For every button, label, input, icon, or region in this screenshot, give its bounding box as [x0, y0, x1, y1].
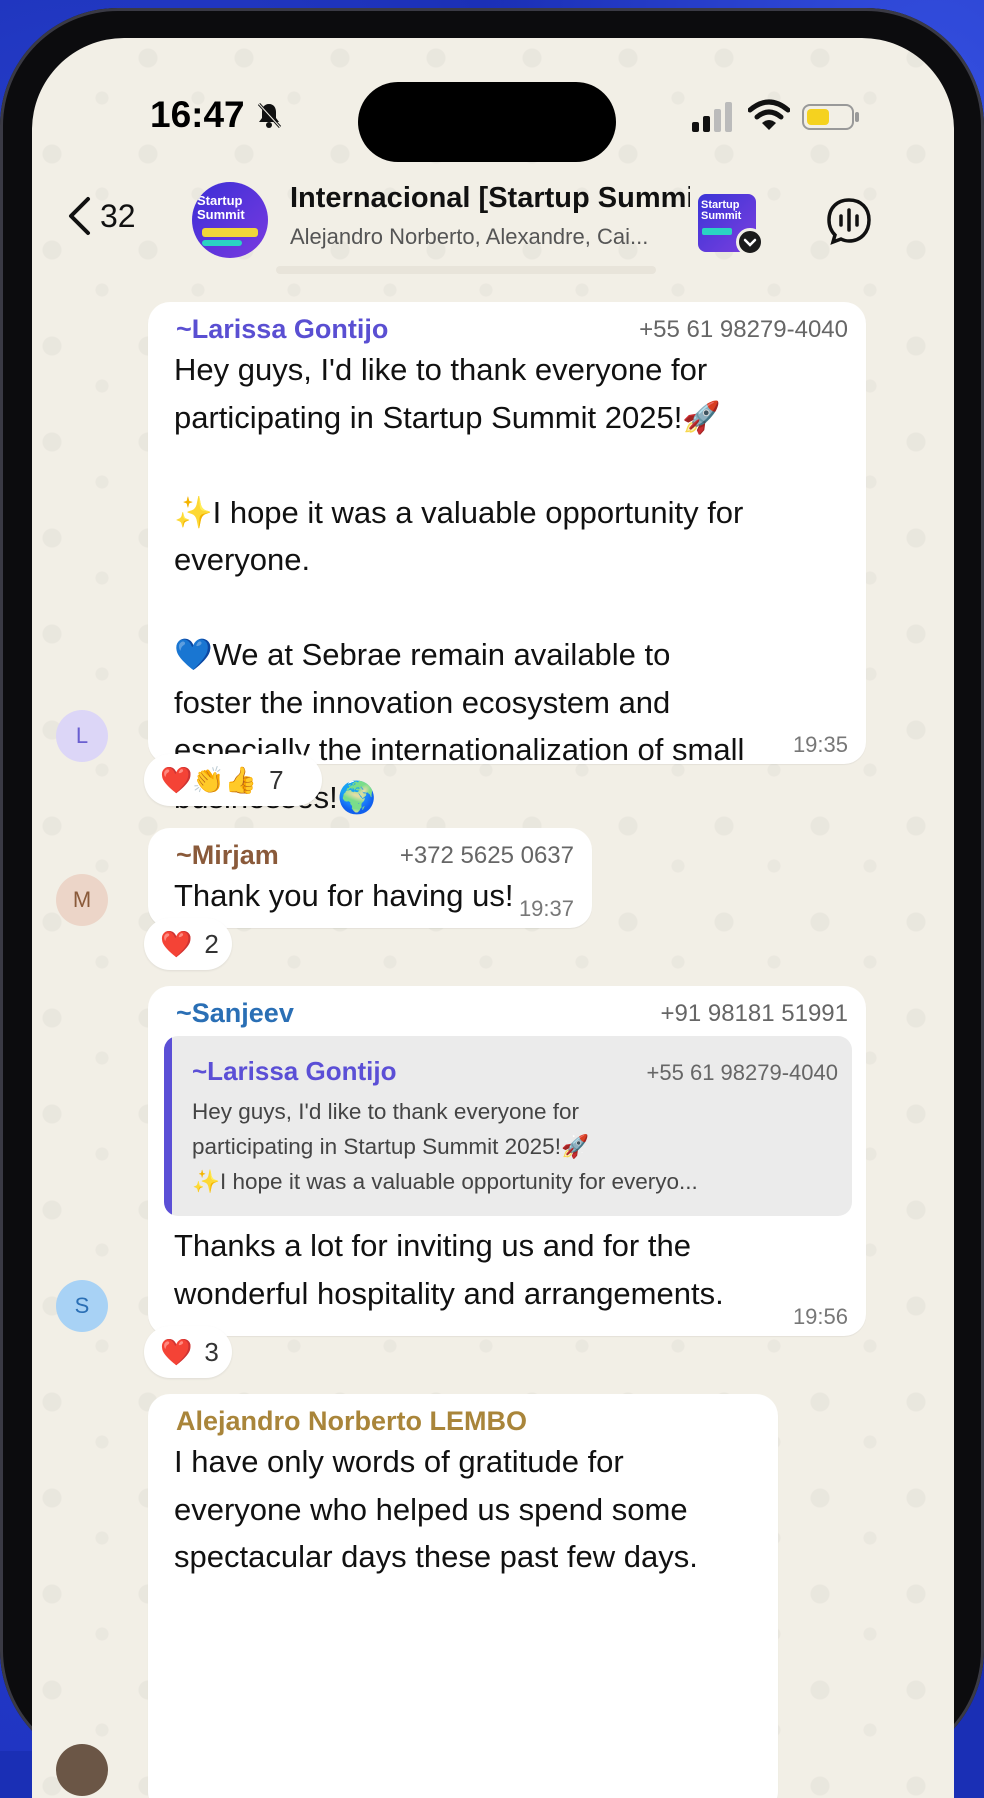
message-sender[interactable]: ~Larissa Gontijo [176, 314, 388, 345]
dynamic-island [358, 82, 616, 162]
group-avatar-label: Startup Summit [197, 193, 245, 222]
reaction-emojis: ❤️ [160, 928, 193, 959]
quoted-sender: ~Larissa Gontijo [192, 1056, 397, 1086]
message-bubble[interactable]: ~Sanjeev +91 98181 51991 ~Larissa Gontij… [148, 986, 866, 1336]
message-time: 19:37 [518, 896, 574, 921]
bell-muted-icon [254, 100, 284, 130]
avatar-initial: S [74, 1293, 90, 1318]
message-time: 19:56 [792, 1304, 848, 1329]
header-divider [276, 266, 656, 274]
quoted-text: Hey guys, I'd like to thank everyone for… [192, 1099, 698, 1194]
reactions-pill[interactable]: ❤️ 2 [144, 918, 232, 970]
status-bar: 16:47 [32, 38, 954, 162]
avatar-banner-accent [202, 240, 242, 246]
battery-low-power-icon [802, 104, 860, 130]
message-sender[interactable]: ~Sanjeev [176, 998, 294, 1029]
message-sender[interactable]: Alejandro Norberto LEMBO [176, 1406, 527, 1437]
chat-screen: 16:47 32 Startup Summit Internacional [S… [32, 38, 954, 1798]
message-bubble[interactable]: ~Mirjam +372 5625 0637 Thank you for hav… [148, 828, 592, 928]
reactions-pill[interactable]: ❤️👏👍 7 [144, 754, 322, 806]
wifi-icon [748, 98, 790, 132]
chevron-left-icon [69, 197, 90, 235]
message-text: Thank you for having us! [174, 878, 514, 913]
message-sender[interactable]: ~Mirjam [176, 840, 279, 871]
back-button[interactable]: 32 [66, 188, 186, 244]
reactions-pill[interactable]: ❤️ 3 [144, 1326, 232, 1378]
message-sender-phone: +55 61 98279-4040 [639, 316, 848, 343]
group-avatar[interactable]: Startup Summit [192, 182, 268, 258]
phone-frame: 16:47 32 Startup Summit Internacional [S… [0, 8, 984, 1798]
message-text: Thanks a lot for inviting us and for the… [174, 1228, 724, 1311]
community-thumbnail-label: Startup Summit [701, 199, 742, 222]
reaction-count: 2 [204, 928, 219, 959]
status-time: 16:47 [150, 94, 245, 135]
avatar-banner [202, 228, 258, 237]
chevron-badge-icon[interactable] [736, 228, 764, 256]
avatar[interactable] [56, 1744, 108, 1796]
message-bubble[interactable]: Alejandro Norberto LEMBO I have only wor… [148, 1394, 778, 1798]
chat-header: 32 Startup Summit Internacional [Startup… [32, 166, 954, 266]
message-text: I have only words of gratitude for every… [174, 1444, 698, 1574]
reaction-emojis: ❤️👏👍 [160, 764, 258, 795]
avatar-initial: L [75, 723, 89, 748]
avatar-initial: M [72, 887, 92, 912]
group-members[interactable]: Alejandro Norberto, Alexandre, Cai... [290, 224, 690, 250]
community-thumbnail-banner [702, 228, 732, 235]
reaction-count: 7 [269, 764, 284, 795]
avatar[interactable]: L [56, 710, 108, 762]
avatar[interactable]: S [56, 1280, 108, 1332]
quoted-message[interactable]: ~Larissa Gontijo +55 61 98279-4040 Hey g… [164, 1036, 852, 1216]
message-sender-phone: +91 98181 51991 [660, 1000, 848, 1027]
voice-chat-icon[interactable] [824, 196, 874, 246]
quote-accent-bar [164, 1036, 172, 1216]
message-time: 19:35 [792, 732, 848, 757]
signal-icon [692, 102, 736, 132]
quoted-sender-phone: +55 61 98279-4040 [646, 1060, 838, 1085]
message-bubble[interactable]: ~Larissa Gontijo +55 61 98279-4040 Hey g… [148, 302, 866, 815]
reaction-emojis: ❤️ [160, 1336, 193, 1367]
message-sender-phone: +372 5625 0637 [399, 842, 574, 869]
unread-count: 32 [100, 197, 136, 234]
reaction-count: 3 [204, 1336, 219, 1367]
avatar[interactable]: M [56, 874, 108, 926]
message-text: Hey guys, I'd like to thank everyone for… [174, 352, 745, 815]
group-title[interactable]: Internacional [Startup Summi... [290, 182, 690, 215]
